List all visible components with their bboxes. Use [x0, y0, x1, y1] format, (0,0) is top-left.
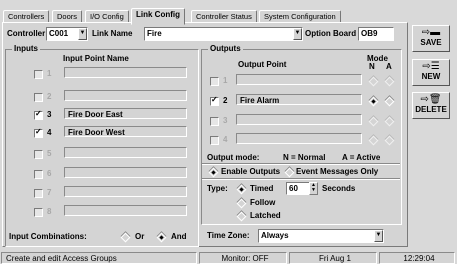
mode-a-header: A — [386, 62, 392, 71]
active-legend: A = Active — [342, 153, 381, 162]
input-5-name-field[interactable] — [64, 147, 187, 158]
save-icon: ⇨▬ — [421, 27, 441, 38]
output-3-name-field[interactable] — [236, 114, 362, 125]
seconds-spinner[interactable]: ▲ ▼ — [309, 182, 318, 195]
input-4-name-field[interactable]: Fire Door West — [64, 126, 187, 137]
input-5-number: 5 — [47, 149, 52, 158]
controller-select[interactable]: C001 ▼ — [46, 27, 88, 41]
enable-outputs-label: Enable Outputs — [221, 167, 281, 176]
type-label: Type: — [207, 184, 228, 193]
output-1-name-field[interactable] — [236, 74, 362, 85]
output-2-checkbox[interactable] — [210, 95, 219, 106]
input-1-number: 1 — [47, 69, 52, 78]
save-button-label: SAVE — [420, 38, 442, 47]
status-date: Fri Aug 1 — [289, 252, 377, 264]
input-6-number: 6 — [47, 169, 52, 178]
output-2-name-field[interactable]: Fire Alarm — [236, 94, 362, 105]
divider — [202, 163, 400, 165]
input-8-name-field[interactable] — [64, 205, 187, 216]
output-4-checkbox[interactable] — [210, 136, 219, 145]
input-point-name-header: Input Point Name — [63, 54, 129, 63]
link-name-select[interactable]: Fire ▼ — [144, 27, 303, 41]
controller-value: C001 — [49, 29, 69, 38]
status-monitor: Monitor: OFF — [199, 252, 287, 264]
option-board-label: Option Board — [305, 29, 357, 38]
output-2-number: 2 — [223, 96, 228, 105]
timed-seconds-value: 60 — [289, 184, 298, 193]
input-2-number: 2 — [47, 92, 52, 101]
input-1-checkbox[interactable] — [34, 70, 43, 79]
input-3-name-field[interactable]: Fire Door East — [64, 108, 187, 119]
delete-button[interactable]: ⇨🗑 DELETE — [412, 92, 450, 119]
status-time: 12:29:04 — [379, 252, 455, 264]
input-7-checkbox[interactable] — [34, 189, 43, 198]
input-7-name-field[interactable] — [64, 186, 187, 197]
output-4-number: 4 — [223, 135, 228, 144]
status-message: Create and edit Access Groups — [1, 252, 197, 264]
new-button[interactable]: ⇨☰ NEW — [412, 59, 450, 86]
option-board-value: OB9 — [361, 29, 378, 38]
input-combinations-label: Input Combinations: — [9, 232, 87, 241]
input-4-checkbox[interactable] — [34, 127, 43, 138]
input-1-name-field[interactable] — [64, 67, 187, 78]
output-1-checkbox[interactable] — [210, 77, 219, 86]
input-2-name-field[interactable] — [64, 90, 187, 101]
output-mode-label: Output mode: — [207, 153, 260, 162]
timed-seconds-input[interactable]: 60 — [286, 182, 310, 195]
tab-link-config[interactable]: Link Config — [131, 8, 185, 25]
latched-label: Latched — [250, 211, 281, 220]
normal-legend: N = Normal — [283, 153, 326, 162]
or-label: Or — [135, 232, 145, 241]
and-label: And — [171, 232, 187, 241]
input-7-number: 7 — [47, 188, 52, 197]
time-zone-label: Time Zone: — [207, 231, 250, 240]
output-point-header: Output Point — [238, 60, 287, 69]
time-zone-value: Always — [261, 231, 289, 240]
input-3-number: 3 — [47, 110, 52, 119]
trash-icon: ⇨🗑 — [420, 94, 442, 105]
chevron-down-icon[interactable]: ▼ — [374, 230, 383, 242]
seconds-label: Seconds — [322, 184, 356, 193]
outputs-title: Outputs — [208, 44, 243, 53]
follow-label: Follow — [250, 198, 276, 207]
divider — [202, 178, 400, 180]
event-messages-label: Event Messages Only — [296, 167, 379, 176]
inputs-title: Inputs — [12, 44, 40, 53]
controller-label: Controller — [7, 29, 46, 38]
new-button-label: NEW — [421, 72, 441, 81]
delete-button-label: DELETE — [415, 105, 447, 114]
timed-label: Timed — [250, 184, 274, 193]
input-8-number: 8 — [47, 207, 52, 216]
link-name-value: Fire — [147, 29, 162, 38]
save-button[interactable]: ⇨▬ SAVE — [412, 25, 450, 52]
input-6-name-field[interactable] — [64, 167, 187, 178]
output-3-number: 3 — [223, 116, 228, 125]
output-1-number: 1 — [223, 76, 228, 85]
input-4-number: 4 — [47, 128, 52, 137]
chevron-down-icon[interactable]: ▼ — [293, 28, 302, 40]
input-5-checkbox[interactable] — [34, 150, 43, 159]
output-3-checkbox[interactable] — [210, 117, 219, 126]
mode-n-header: N — [369, 62, 375, 71]
time-zone-select[interactable]: Always ▼ — [258, 229, 384, 243]
input-8-checkbox[interactable] — [34, 208, 43, 217]
spin-down-icon[interactable]: ▼ — [310, 188, 317, 193]
input-3-checkbox[interactable] — [34, 109, 43, 120]
output-4-name-field[interactable] — [236, 133, 362, 144]
option-board-field[interactable]: OB9 — [358, 27, 394, 41]
link-name-label: Link Name — [92, 29, 133, 38]
input-6-checkbox[interactable] — [34, 170, 43, 179]
input-2-checkbox[interactable] — [34, 93, 43, 102]
chevron-down-icon[interactable]: ▼ — [78, 28, 87, 40]
new-icon: ⇨☰ — [422, 61, 440, 72]
